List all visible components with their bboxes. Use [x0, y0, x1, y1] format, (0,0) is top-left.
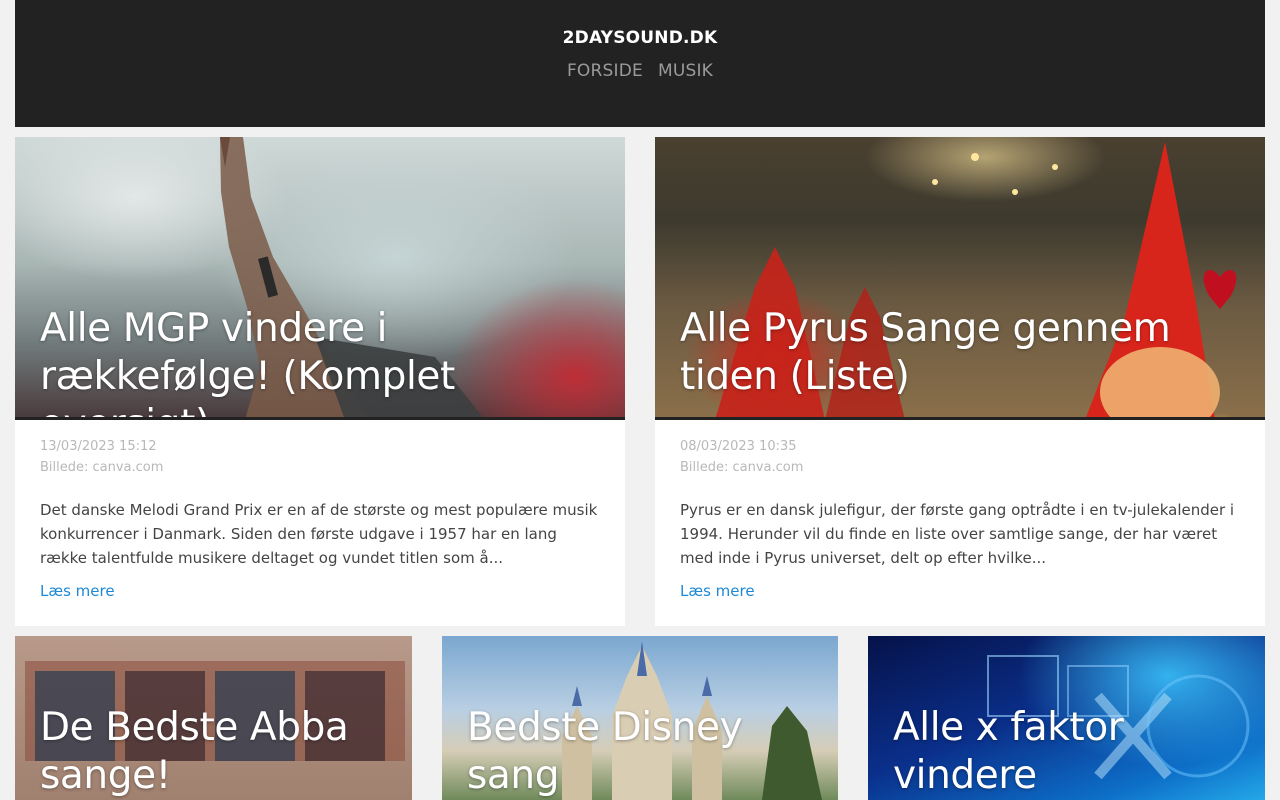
page: 2DAYSOUND.DK FORSIDE MUSIK Alle MGP vind… [0, 0, 1280, 800]
site-header: 2DAYSOUND.DK FORSIDE MUSIK [15, 0, 1265, 127]
site-title-link[interactable]: 2DAYSOUND.DK [15, 28, 1265, 48]
article-card-abba[interactable]: De Bedste Abba sange! [15, 636, 412, 800]
article-meta-mgp: 13/03/2023 15:12 Billede: canva.com [15, 420, 625, 478]
read-more-link[interactable]: Læs mere [40, 582, 115, 600]
article-title-pyrus[interactable]: Alle Pyrus Sange gennem tiden (Liste) [680, 305, 1245, 401]
article-title-xfactor[interactable]: Alle x faktor vindere [893, 704, 1245, 800]
article-meta-pyrus: 08/03/2023 10:35 Billede: canva.com [655, 420, 1265, 478]
image-credit: Billede: canva.com [40, 460, 164, 475]
main-nav: FORSIDE MUSIK [15, 61, 1265, 81]
article-card-mgp: Alle MGP vindere i rækkefølge! (Komplet … [15, 137, 625, 626]
article-title-abba[interactable]: De Bedste Abba sange! [40, 704, 392, 800]
read-more-link[interactable]: Læs mere [680, 582, 755, 600]
nav-item-musik[interactable]: MUSIK [658, 61, 713, 81]
article-date: 08/03/2023 10:35 [680, 439, 797, 454]
article-hero-mgp[interactable]: Alle MGP vindere i rækkefølge! (Komplet … [15, 137, 625, 420]
article-title-disney[interactable]: Bedste Disney sang [467, 704, 818, 800]
article-excerpt: Pyrus er en dansk julefigur, der første … [680, 501, 1235, 567]
article-title-mgp[interactable]: Alle MGP vindere i rækkefølge! (Komplet … [40, 305, 605, 417]
article-card-disney[interactable]: Bedste Disney sang [442, 636, 838, 800]
article-excerpt: Det danske Melodi Grand Prix er en af de… [40, 501, 598, 567]
article-card-xfactor[interactable]: Alle x faktor vindere [868, 636, 1265, 800]
article-card-pyrus: Alle Pyrus Sange gennem tiden (Liste) 08… [655, 137, 1265, 626]
nav-item-forside[interactable]: FORSIDE [567, 61, 643, 81]
image-credit: Billede: canva.com [680, 460, 804, 475]
article-hero-pyrus[interactable]: Alle Pyrus Sange gennem tiden (Liste) [655, 137, 1265, 420]
article-date: 13/03/2023 15:12 [40, 439, 157, 454]
